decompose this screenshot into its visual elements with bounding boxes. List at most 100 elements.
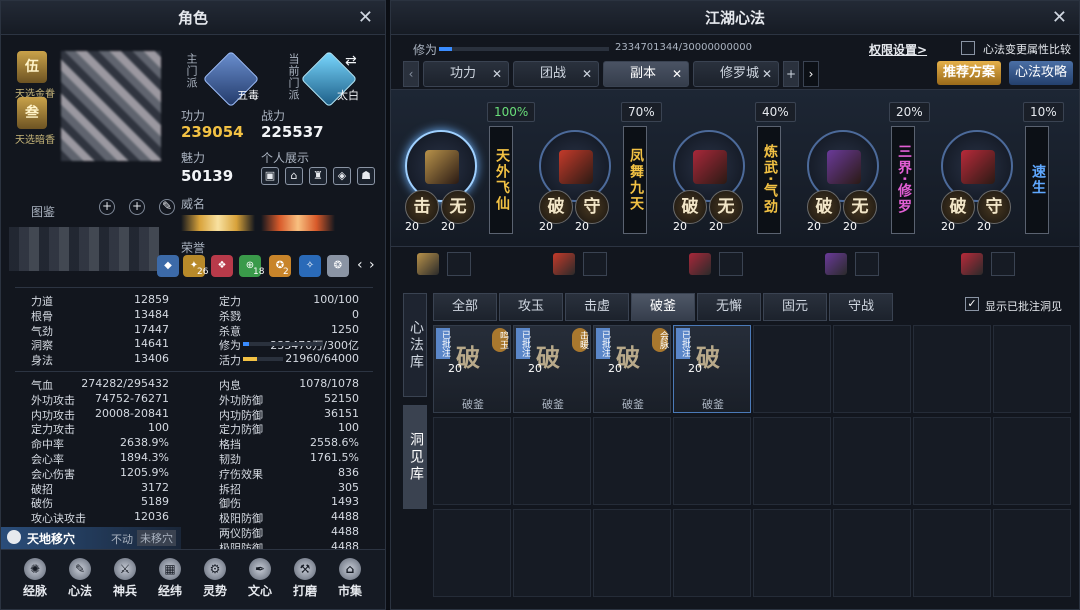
empty-mini-slot[interactable]: [583, 252, 607, 276]
empty-cell[interactable]: [993, 509, 1071, 597]
empty-cell[interactable]: [833, 509, 911, 597]
empty-mini-slot[interactable]: [719, 252, 743, 276]
tab-3[interactable]: 副本 ✕: [603, 61, 689, 87]
filter-tab-4[interactable]: 破釜: [631, 293, 695, 321]
sub-slot[interactable]: 守: [977, 190, 1011, 224]
chevron-left-icon[interactable]: ‹: [357, 257, 363, 273]
mini-skill-icon[interactable]: [417, 253, 439, 275]
filter-tab-6[interactable]: 固元: [763, 293, 827, 321]
display-icon-3[interactable]: ♜: [309, 167, 327, 185]
honor-icon-7[interactable]: ❂: [327, 255, 349, 277]
close-icon[interactable]: ✕: [358, 1, 373, 35]
empty-cell[interactable]: [433, 417, 511, 505]
display-icon-2[interactable]: ⌂: [285, 167, 303, 185]
display-icon-5[interactable]: ☗: [357, 167, 375, 185]
filter-tab-7[interactable]: 守战: [829, 293, 893, 321]
chevron-right-icon[interactable]: ›: [369, 257, 375, 273]
honor-icon-6[interactable]: ✧: [299, 255, 321, 277]
bottom-button-8[interactable]: ⌂ 市集: [330, 558, 370, 599]
filter-tab-5[interactable]: 无懈: [697, 293, 761, 321]
empty-mini-slot[interactable]: [855, 252, 879, 276]
recommend-button[interactable]: 推荐方案: [937, 61, 1001, 85]
empty-cell[interactable]: [513, 417, 591, 505]
mini-skill-icon[interactable]: [961, 253, 983, 275]
xinfa-card[interactable]: 已批注破 20 会脉 破釜: [593, 325, 671, 413]
close-icon[interactable]: ✕: [762, 62, 772, 86]
mini-skill-icon[interactable]: [689, 253, 711, 275]
tab-4[interactable]: 修罗城 ✕: [693, 61, 779, 87]
mini-skill-icon[interactable]: [825, 253, 847, 275]
sub-slot[interactable]: 无: [843, 190, 877, 224]
filter-tab-1[interactable]: 全部: [433, 293, 497, 321]
empty-cell[interactable]: [913, 509, 991, 597]
display-icon-1[interactable]: ▣: [261, 167, 279, 185]
empty-cell[interactable]: [673, 509, 751, 597]
empty-cell[interactable]: [913, 417, 991, 505]
xinfa-card[interactable]: 已批注破 20 击暖 破釜: [513, 325, 591, 413]
add-tab-icon[interactable]: +: [783, 61, 799, 87]
side-tab-2[interactable]: 洞见库: [403, 405, 427, 509]
empty-cell[interactable]: [833, 325, 911, 413]
sub-slot[interactable]: 击: [405, 190, 439, 224]
sub-slot[interactable]: 破: [673, 190, 707, 224]
close-icon[interactable]: ✕: [582, 62, 592, 86]
tab-scroll-left-icon[interactable]: ‹: [403, 61, 419, 87]
guide-button[interactable]: 心法攻略: [1009, 61, 1073, 85]
compare-checkbox[interactable]: [961, 41, 975, 55]
filter-tab-3[interactable]: 击虚: [565, 293, 629, 321]
empty-cell[interactable]: [993, 417, 1071, 505]
sub-slot[interactable]: 无: [709, 190, 743, 224]
bottom-button-1[interactable]: ✺ 经脉: [15, 558, 55, 599]
sub-slot[interactable]: 破: [807, 190, 841, 224]
tab-scroll-right-icon[interactable]: ›: [803, 61, 819, 87]
xinfa-card[interactable]: 已批注破 20 鸣玉 破釜: [433, 325, 511, 413]
tab-2[interactable]: 团战 ✕: [513, 61, 599, 87]
show-annotated-checkbox[interactable]: ✓: [965, 297, 979, 311]
bottom-button-6[interactable]: ✒ 文心: [240, 558, 280, 599]
xinfa-art-icon: [961, 150, 995, 184]
avatar[interactable]: [61, 51, 161, 161]
empty-cell[interactable]: [913, 325, 991, 413]
permission-link[interactable]: 权限设置>: [869, 41, 927, 58]
bottom-button-4[interactable]: ▦ 经纬: [150, 558, 190, 599]
sub-slot[interactable]: 无: [441, 190, 475, 224]
close-icon[interactable]: ✕: [1052, 1, 1067, 35]
mini-skill-icon[interactable]: [553, 253, 575, 275]
tiandi-bar[interactable]: 天地移穴 不动 未移穴: [1, 527, 181, 549]
sub-slot[interactable]: 破: [539, 190, 573, 224]
add-icon[interactable]: +: [129, 199, 145, 215]
honor-icon-1[interactable]: ◆: [157, 255, 179, 277]
empty-cell[interactable]: [433, 509, 511, 597]
add-icon[interactable]: +: [99, 199, 115, 215]
empty-cell[interactable]: [673, 417, 751, 505]
bottom-button-5[interactable]: ⚙ 灵势: [195, 558, 235, 599]
empty-mini-slot[interactable]: [991, 252, 1015, 276]
weiming-title-2[interactable]: [261, 215, 335, 231]
side-tab-1[interactable]: 心法库: [403, 293, 427, 397]
card-level: 20: [608, 362, 622, 375]
bottom-button-3[interactable]: ⚔ 神兵: [105, 558, 145, 599]
sub-slot[interactable]: 守: [575, 190, 609, 224]
swap-icon[interactable]: ⇄: [345, 53, 357, 69]
tab-1[interactable]: 功力 ✕: [423, 61, 509, 87]
honor-icon-3[interactable]: ❖: [211, 255, 233, 277]
bottom-button-7[interactable]: ⚒ 打磨: [285, 558, 325, 599]
empty-cell[interactable]: [513, 509, 591, 597]
sub-slot[interactable]: 破: [941, 190, 975, 224]
display-icon-4[interactable]: ◈: [333, 167, 351, 185]
empty-cell[interactable]: [833, 417, 911, 505]
empty-cell[interactable]: [753, 325, 831, 413]
close-icon[interactable]: ✕: [492, 62, 502, 86]
weiming-title-1[interactable]: [181, 215, 255, 231]
empty-cell[interactable]: [753, 417, 831, 505]
empty-mini-slot[interactable]: [447, 252, 471, 276]
filter-tab-2[interactable]: 攻玉: [499, 293, 563, 321]
edit-icon[interactable]: ✎: [159, 199, 175, 215]
empty-cell[interactable]: [753, 509, 831, 597]
empty-cell[interactable]: [593, 509, 671, 597]
xinfa-card[interactable]: 已批注破 20 破釜: [673, 325, 751, 413]
bottom-button-2[interactable]: ✎ 心法: [60, 558, 100, 599]
close-icon[interactable]: ✕: [672, 62, 682, 86]
empty-cell[interactable]: [593, 417, 671, 505]
empty-cell[interactable]: [993, 325, 1071, 413]
